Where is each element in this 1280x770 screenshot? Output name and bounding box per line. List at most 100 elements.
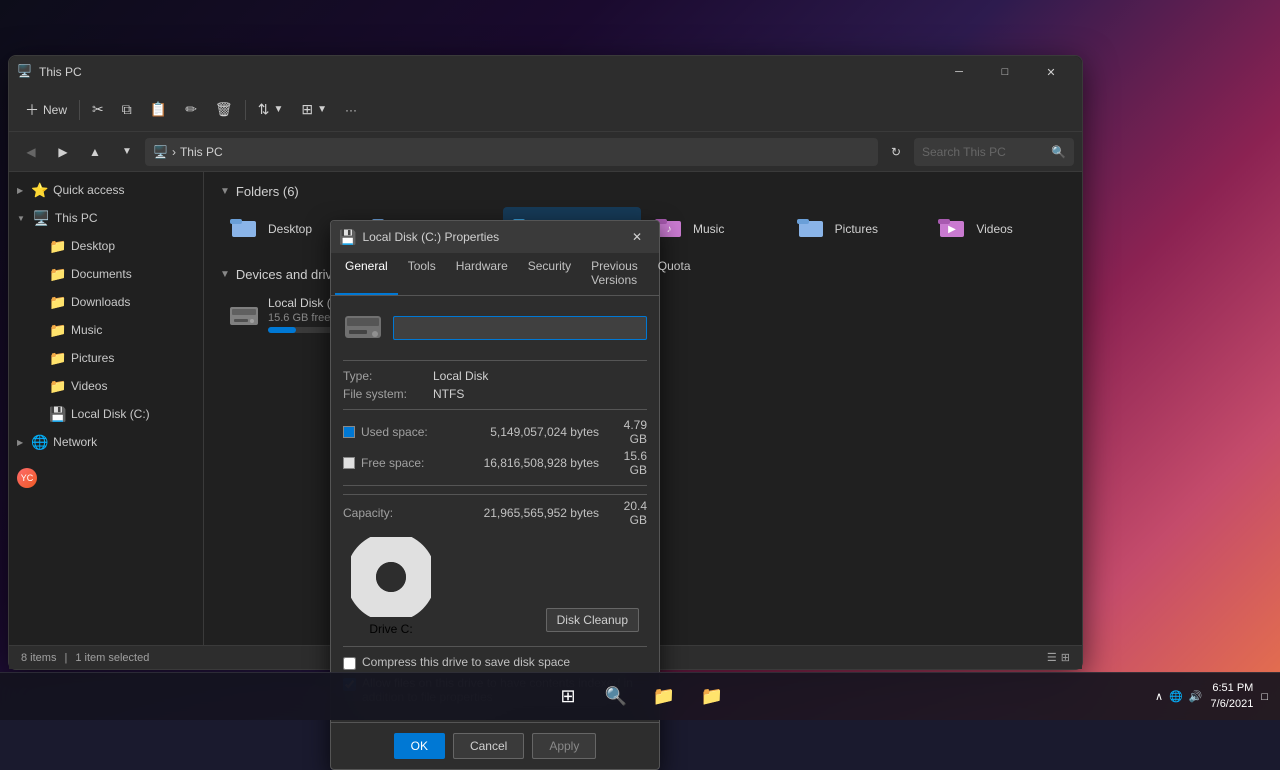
- paste-button[interactable]: 📋: [142, 94, 175, 126]
- taskbar: ⊞ 🔍 📁 📁 ∧ 🌐 🔊 6:51 PM 7/6/2021 □: [0, 672, 1280, 720]
- sidebar-item-desktop[interactable]: 📁 Desktop: [33, 232, 203, 260]
- sidebar-item-downloads[interactable]: 📁 Downloads: [33, 288, 203, 316]
- drive-icon: 💾: [49, 406, 65, 423]
- breadcrumb[interactable]: 🖥️ › This PC: [145, 138, 878, 166]
- svg-text:♪: ♪: [667, 224, 672, 235]
- folder-item-pictures[interactable]: Pictures: [787, 207, 925, 251]
- taskbar-clock[interactable]: 6:51 PM 7/6/2021: [1211, 681, 1254, 712]
- dialog-separator-3: [343, 485, 647, 486]
- apply-button[interactable]: Apply: [532, 733, 596, 759]
- view-button[interactable]: ⊞ ▼: [293, 94, 335, 126]
- sidebar-item-documents[interactable]: 📁 Documents: [33, 260, 203, 288]
- sidebar-item-pictures[interactable]: 📁 Pictures: [33, 344, 203, 372]
- pictures-icon: [795, 213, 827, 245]
- expand-button[interactable]: ▼: [113, 138, 141, 166]
- search-icon: 🔍: [1051, 145, 1066, 159]
- this-pc-section: 📁 Desktop 📁 Documents 📁 Downloads 📁: [9, 232, 203, 428]
- desktop-folder-icon: [228, 213, 260, 245]
- title-bar: 🖥️ This PC ─ □ ✕: [9, 56, 1082, 88]
- dialog-separator-1: [343, 360, 647, 361]
- minimize-button[interactable]: ─: [936, 56, 982, 88]
- dialog-close-button[interactable]: ✕: [623, 225, 651, 249]
- expand-icon-network: ▶: [17, 438, 23, 447]
- window-icon: 🖥️: [17, 64, 33, 80]
- sort-button[interactable]: ⇅ ▼: [250, 94, 292, 126]
- network-status-icon[interactable]: 🌐: [1169, 690, 1183, 703]
- cut-icon: ✂: [92, 101, 104, 118]
- chevron-up-icon[interactable]: ∧: [1155, 690, 1163, 703]
- music-folder-icon: 📁: [49, 322, 65, 339]
- more-button[interactable]: ···: [337, 94, 365, 126]
- used-color-box: [343, 426, 355, 438]
- dialog-content: Type: Local Disk File system: NTFS Used …: [331, 296, 659, 722]
- tab-security[interactable]: Security: [518, 253, 581, 295]
- sidebar-item-local-disk[interactable]: 💾 Local Disk (C:): [33, 400, 203, 428]
- dialog-drive-icon: [343, 308, 383, 348]
- folder-item-music[interactable]: ♪ Music: [645, 207, 783, 251]
- tab-general[interactable]: General: [335, 253, 398, 295]
- rename-button[interactable]: ✏: [177, 94, 205, 126]
- folder-icon: 📁: [49, 266, 65, 283]
- tab-hardware[interactable]: Hardware: [446, 253, 518, 295]
- files-taskbar-button[interactable]: 📁: [690, 675, 734, 719]
- list-view-icon[interactable]: ☰: [1047, 651, 1057, 664]
- search-taskbar-button[interactable]: 🔍: [594, 675, 638, 719]
- new-button[interactable]: ＋ New: [17, 94, 75, 126]
- sidebar-item-music[interactable]: 📁 Music: [33, 316, 203, 344]
- folders-section-header[interactable]: ▼ Folders (6): [220, 184, 1066, 199]
- user-avatar: YC: [17, 468, 37, 488]
- refresh-button[interactable]: ↻: [882, 138, 910, 166]
- free-color-box: [343, 457, 355, 469]
- dialog-separator-2: [343, 409, 647, 410]
- taskbar-center: ⊞ 🔍 📁 📁: [546, 675, 734, 719]
- search-bar[interactable]: Search This PC 🔍: [914, 138, 1074, 166]
- star-icon: ⭐: [31, 182, 47, 199]
- start-button[interactable]: ⊞: [546, 675, 590, 719]
- dialog-type-row: Type: Local Disk: [343, 369, 647, 383]
- videos-icon: ▶: [936, 213, 968, 245]
- sidebar-item-videos[interactable]: 📁 Videos: [33, 372, 203, 400]
- tab-quota[interactable]: Quota: [648, 253, 701, 295]
- drive-name-input[interactable]: [393, 316, 647, 340]
- back-button[interactable]: ◀: [17, 138, 45, 166]
- pie-chart: [351, 537, 431, 617]
- drive-used-bar: [268, 327, 296, 333]
- ok-button[interactable]: OK: [394, 733, 445, 759]
- toolbar-sep-2: [245, 100, 246, 120]
- sidebar-user[interactable]: YC: [9, 464, 203, 492]
- compress-checkbox[interactable]: [343, 657, 356, 670]
- chevron-down-icon: ▼: [220, 186, 230, 197]
- new-icon: ＋: [25, 100, 39, 120]
- sidebar-item-quick-access[interactable]: ▶ ⭐ Quick access: [9, 176, 203, 204]
- file-explorer-taskbar-button[interactable]: 📁: [642, 675, 686, 719]
- taskbar-system-icons: ∧ 🌐 🔊: [1155, 690, 1202, 703]
- up-button[interactable]: ▲: [81, 138, 109, 166]
- videos-folder-icon: 📁: [49, 378, 65, 395]
- volume-icon[interactable]: 🔊: [1189, 690, 1203, 703]
- disk-cleanup-button[interactable]: Disk Cleanup: [546, 608, 639, 632]
- forward-button[interactable]: ▶: [49, 138, 77, 166]
- sidebar-item-this-pc[interactable]: ▼ 🖥️ This PC: [9, 204, 203, 232]
- svg-text:▶: ▶: [948, 224, 956, 235]
- sidebar-item-network[interactable]: ▶ 🌐 Network: [9, 428, 203, 456]
- dialog-drive-header: [343, 308, 647, 348]
- dialog-footer: OK Cancel Apply: [331, 722, 659, 769]
- grid-view-icon[interactable]: ⊞: [1061, 651, 1070, 664]
- cancel-button[interactable]: Cancel: [453, 733, 524, 759]
- expand-icon: ▶: [17, 186, 23, 195]
- delete-button[interactable]: 🗑: [207, 94, 241, 126]
- capacity-row: Capacity: 21,965,565,952 bytes 20.4 GB: [343, 494, 647, 527]
- downloads-folder-icon: 📁: [49, 294, 65, 311]
- notification-icon[interactable]: □: [1261, 691, 1268, 703]
- drive-c-label: Drive C:: [351, 622, 431, 636]
- tab-tools[interactable]: Tools: [398, 253, 446, 295]
- maximize-button[interactable]: □: [982, 56, 1028, 88]
- pictures-folder-icon: 📁: [49, 350, 65, 367]
- copy-button[interactable]: ⧉: [114, 94, 140, 126]
- tab-previous-versions[interactable]: Previous Versions: [581, 253, 648, 295]
- folder-item-videos[interactable]: ▶ Videos: [928, 207, 1066, 251]
- close-button[interactable]: ✕: [1028, 56, 1074, 88]
- cut-button[interactable]: ✂: [84, 94, 112, 126]
- compress-checkbox-row: Compress this drive to save disk space: [343, 655, 647, 670]
- folder-icon: 📁: [49, 238, 65, 255]
